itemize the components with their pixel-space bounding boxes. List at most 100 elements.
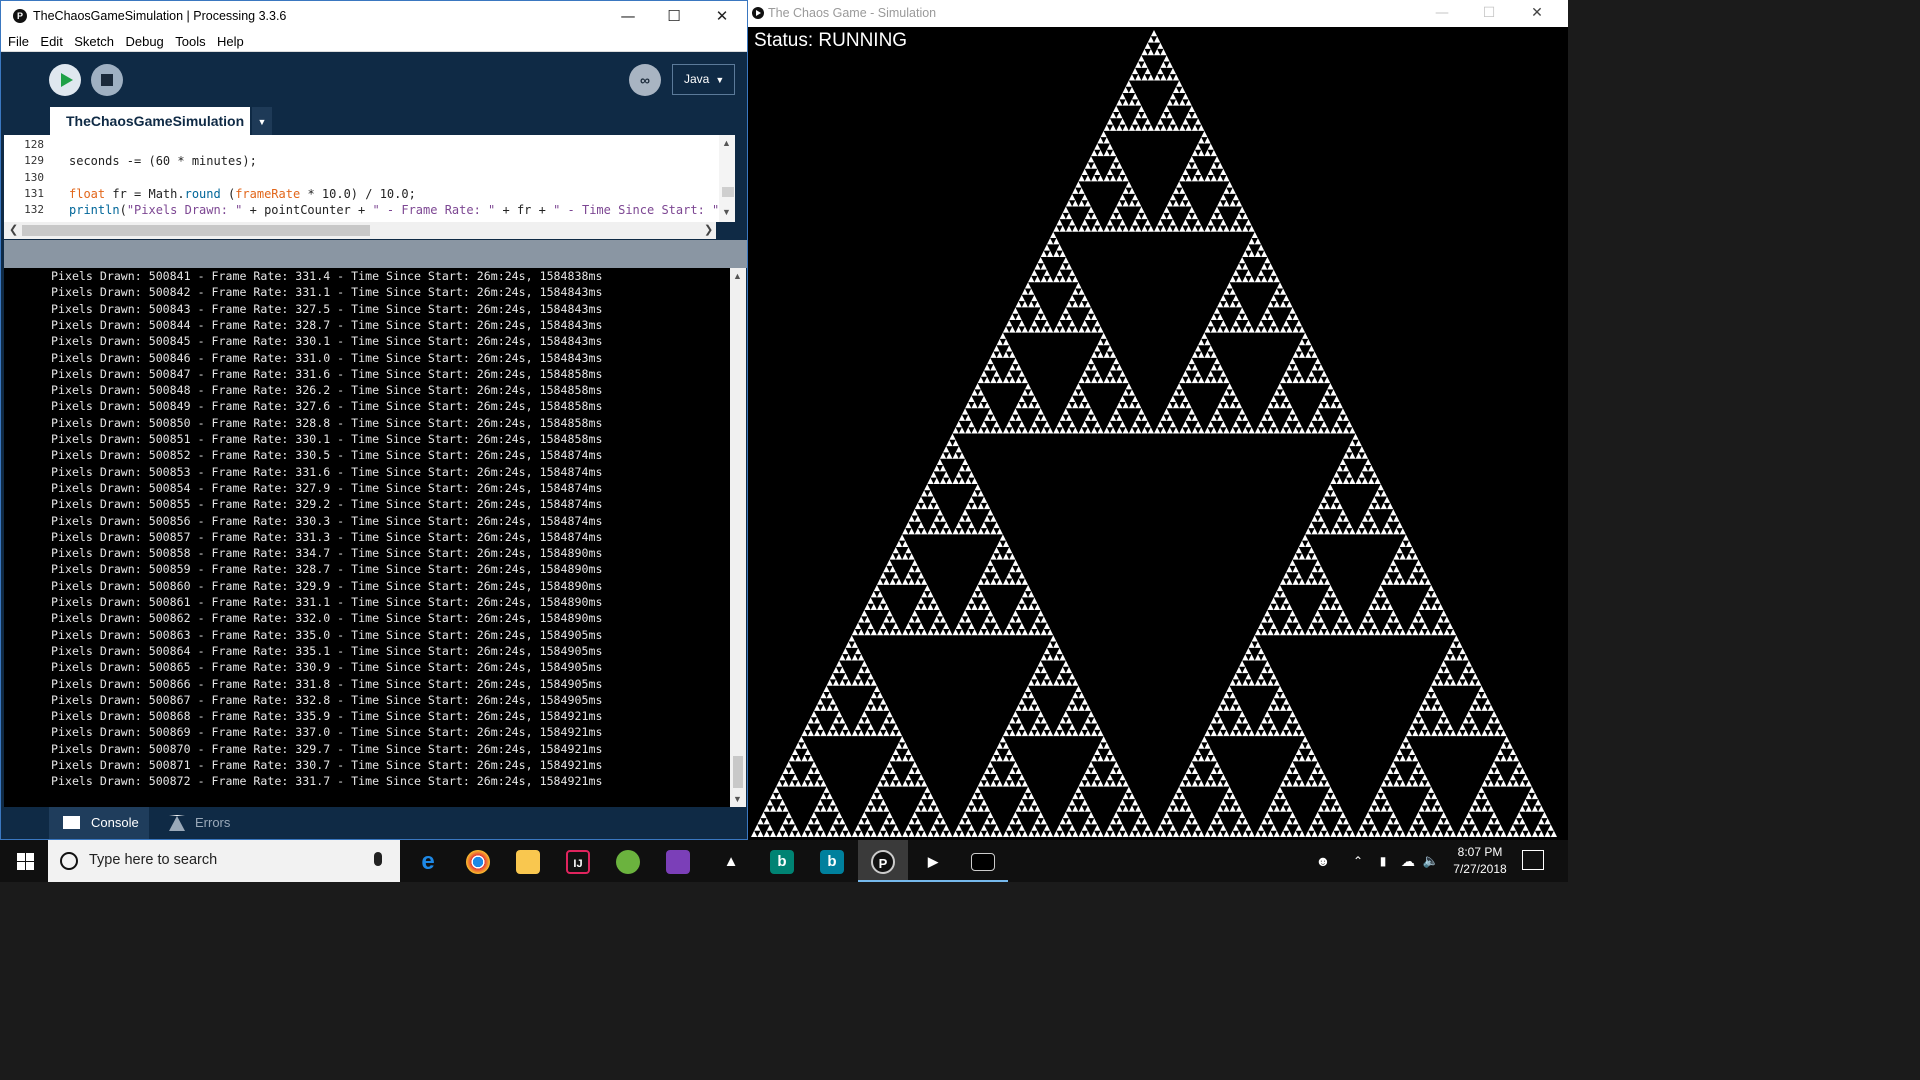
menu-help[interactable]: Help xyxy=(217,32,244,49)
console-line: Pixels Drawn: 500858 - Frame Rate: 334.7… xyxy=(51,546,603,561)
scrollbar-thumb[interactable] xyxy=(22,225,370,236)
ide-toolbar: ∞ Java ▼ xyxy=(1,52,747,107)
console-line: Pixels Drawn: 500856 - Frame Rate: 330.3… xyxy=(51,513,603,528)
close-button[interactable]: ✕ xyxy=(1514,0,1560,27)
file-explorer-icon[interactable] xyxy=(503,840,553,882)
microphone-icon[interactable] xyxy=(374,852,382,866)
debugger-toggle-icon[interactable]: ∞ xyxy=(629,64,661,96)
visual-studio-icon[interactable] xyxy=(653,840,703,882)
tab-menu-arrow-icon[interactable]: ▼ xyxy=(252,107,272,136)
edge-icon[interactable]: e xyxy=(403,840,453,882)
android-studio-icon[interactable] xyxy=(603,840,653,882)
warning-icon xyxy=(169,815,185,831)
bing-icon[interactable]: b xyxy=(807,840,857,882)
tab-errors-label: Errors xyxy=(195,815,231,830)
mode-label: Java xyxy=(684,72,710,86)
onedrive-icon[interactable]: ☁ xyxy=(1396,840,1420,882)
processing-icon[interactable]: P xyxy=(858,840,908,882)
minimize-button[interactable]: — xyxy=(605,1,651,32)
people-icon[interactable]: ☻ xyxy=(1312,840,1334,882)
console-line: Pixels Drawn: 500863 - Frame Rate: 335.0… xyxy=(51,627,603,642)
menu-file[interactable]: File xyxy=(8,32,29,49)
maximize-button[interactable]: ☐ xyxy=(651,1,697,32)
console-line: Pixels Drawn: 500846 - Frame Rate: 331.0… xyxy=(51,350,603,365)
scrollbar-thumb[interactable] xyxy=(722,187,734,197)
code-line: println("Pixels Drawn: " + pointCounter … xyxy=(69,203,734,217)
volume-icon[interactable]: 🔈 xyxy=(1420,840,1442,882)
console-output[interactable]: Pixels Drawn: 500841 - Frame Rate: 331.4… xyxy=(4,268,730,807)
menu-tools[interactable]: Tools xyxy=(175,32,205,49)
minimize-button[interactable]: — xyxy=(1419,0,1465,27)
line-number: 129 xyxy=(24,154,44,167)
scroll-up-icon[interactable]: ▲ xyxy=(722,138,731,148)
console-line: Pixels Drawn: 500862 - Frame Rate: 332.0… xyxy=(51,611,603,626)
scroll-down-icon[interactable]: ▼ xyxy=(733,794,742,804)
console-line: Pixels Drawn: 500843 - Frame Rate: 327.5… xyxy=(51,301,603,316)
chevron-up-icon[interactable]: ⌃ xyxy=(1348,840,1368,882)
desktop: P TheChaosGameSimulation | Processing 3.… xyxy=(0,0,1568,882)
windows-logo-icon xyxy=(17,853,25,861)
menu-debug[interactable]: Debug xyxy=(125,32,163,49)
taskbar: Type here to search e IJ ▲ b b P ▶ ☻ ⌃ ▮… xyxy=(0,840,1568,882)
windows-logo-icon xyxy=(26,853,34,861)
line-number: 132 xyxy=(24,203,44,216)
simulation-window: The Chaos Game - Simulation — ☐ ✕ Status… xyxy=(748,0,1568,840)
console-vertical-scrollbar[interactable]: ▲ ▼ xyxy=(730,268,746,807)
menu-sketch[interactable]: Sketch xyxy=(74,32,114,49)
tab-errors[interactable]: Errors xyxy=(159,807,245,839)
taskbar-search-box[interactable]: Type here to search xyxy=(48,840,400,882)
start-button[interactable] xyxy=(0,840,48,882)
editor-horizontal-scrollbar[interactable]: ❮ ❯ xyxy=(4,222,716,239)
tab-sketch[interactable]: TheChaosGameSimulation xyxy=(50,107,250,136)
mode-select[interactable]: Java ▼ xyxy=(672,64,735,95)
processing-sketch-icon xyxy=(752,7,764,19)
processing-sketch-icon[interactable]: ▶ xyxy=(908,840,958,882)
unity-icon[interactable]: ▲ xyxy=(706,840,756,882)
stop-button[interactable] xyxy=(91,64,123,96)
simulation-canvas[interactable]: Status: RUNNING xyxy=(748,27,1560,840)
console-line: Pixels Drawn: 500848 - Frame Rate: 326.2… xyxy=(51,383,603,398)
run-button[interactable] xyxy=(49,64,81,96)
system-clock[interactable]: 8:07 PM 7/27/2018 xyxy=(1446,844,1514,878)
terminal-icon[interactable] xyxy=(958,840,1008,882)
sketch-tab-bar: TheChaosGameSimulation ▼ xyxy=(1,107,747,136)
console-line: Pixels Drawn: 500864 - Frame Rate: 335.1… xyxy=(51,643,603,658)
console-line: Pixels Drawn: 500855 - Frame Rate: 329.2… xyxy=(51,497,603,512)
line-number-gutter: 128 129 130 131 132 xyxy=(4,135,48,222)
console-line: Pixels Drawn: 500847 - Frame Rate: 331.6… xyxy=(51,366,603,381)
console-tab-bar: Console Errors xyxy=(4,807,747,839)
tab-console-label: Console xyxy=(91,815,139,830)
line-number: 130 xyxy=(24,171,44,184)
simulation-title-bar[interactable]: The Chaos Game - Simulation — ☐ ✕ xyxy=(748,0,1568,27)
maximize-button[interactable]: ☐ xyxy=(1466,0,1512,27)
chrome-icon[interactable] xyxy=(453,840,503,882)
console-line: Pixels Drawn: 500849 - Frame Rate: 327.6… xyxy=(51,399,603,414)
menu-bar: File Edit Sketch Debug Tools Help xyxy=(1,32,747,52)
chevron-down-icon: ▼ xyxy=(715,75,725,85)
battery-icon[interactable]: ▮ xyxy=(1372,840,1394,882)
tab-console[interactable]: Console xyxy=(49,807,149,839)
scroll-right-icon[interactable]: ❯ xyxy=(704,222,713,239)
console-line: Pixels Drawn: 500841 - Frame Rate: 331.4… xyxy=(51,269,603,283)
console-line: Pixels Drawn: 500872 - Frame Rate: 331.7… xyxy=(51,774,603,789)
console-line: Pixels Drawn: 500842 - Frame Rate: 331.1… xyxy=(51,285,603,300)
scroll-up-icon[interactable]: ▲ xyxy=(733,271,742,281)
processing-icon: P xyxy=(13,9,27,23)
code-editor[interactable]: 128 129 130 131 132 seconds -= (60 * min… xyxy=(4,135,735,222)
scroll-down-icon[interactable]: ▼ xyxy=(722,207,731,217)
bing-icon[interactable]: b xyxy=(757,840,807,882)
scrollbar-thumb[interactable] xyxy=(733,756,743,788)
ide-title-bar[interactable]: P TheChaosGameSimulation | Processing 3.… xyxy=(1,1,747,32)
scroll-left-icon[interactable]: ❮ xyxy=(9,222,18,239)
editor-vertical-scrollbar[interactable]: ▲ ▼ xyxy=(719,135,735,222)
console-line: Pixels Drawn: 500871 - Frame Rate: 330.7… xyxy=(51,758,603,772)
editor-console-splitter[interactable] xyxy=(4,240,747,268)
search-placeholder: Type here to search xyxy=(89,852,218,868)
menu-edit[interactable]: Edit xyxy=(40,32,62,49)
intellij-icon[interactable]: IJ xyxy=(553,840,603,882)
console-line: Pixels Drawn: 500868 - Frame Rate: 335.9… xyxy=(51,709,603,724)
cortana-icon xyxy=(60,852,78,870)
action-center-icon[interactable] xyxy=(1522,850,1544,870)
close-button[interactable]: ✕ xyxy=(699,1,745,32)
simulation-window-title: The Chaos Game - Simulation xyxy=(768,6,937,20)
